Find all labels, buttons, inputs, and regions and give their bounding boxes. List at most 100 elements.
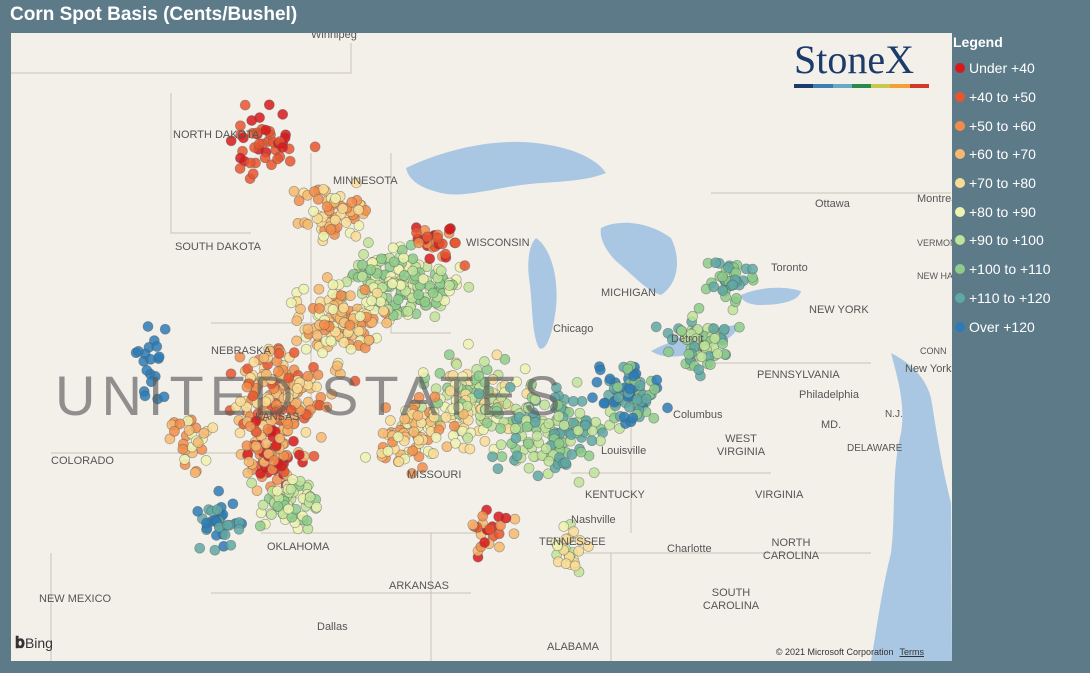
- basis-point[interactable]: [558, 521, 570, 532]
- basis-point[interactable]: [295, 303, 306, 315]
- basis-point[interactable]: [288, 347, 300, 358]
- basis-point[interactable]: [254, 520, 266, 532]
- basis-point[interactable]: [427, 287, 439, 299]
- basis-point[interactable]: [312, 193, 324, 205]
- basis-point[interactable]: [479, 537, 490, 548]
- basis-point[interactable]: [586, 435, 598, 447]
- basis-point[interactable]: [424, 253, 436, 265]
- legend-item[interactable]: Under +40: [953, 54, 1083, 83]
- basis-point[interactable]: [523, 462, 535, 474]
- basis-point[interactable]: [271, 485, 283, 497]
- basis-point[interactable]: [510, 432, 522, 444]
- basis-point[interactable]: [250, 440, 262, 452]
- basis-point[interactable]: [532, 470, 544, 482]
- basis-point[interactable]: [301, 515, 313, 526]
- basis-point[interactable]: [302, 219, 314, 230]
- basis-point[interactable]: [227, 498, 239, 510]
- basis-point[interactable]: [153, 351, 165, 363]
- basis-point[interactable]: [387, 278, 398, 290]
- basis-point[interactable]: [572, 425, 584, 436]
- basis-point[interactable]: [500, 512, 512, 524]
- basis-point[interactable]: [246, 477, 257, 489]
- basis-point[interactable]: [300, 426, 312, 438]
- basis-point[interactable]: [492, 463, 504, 475]
- basis-point[interactable]: [553, 438, 565, 449]
- basis-point[interactable]: [225, 539, 237, 551]
- basis-point[interactable]: [663, 346, 674, 358]
- basis-point[interactable]: [241, 440, 253, 452]
- basis-point[interactable]: [308, 450, 320, 462]
- basis-point[interactable]: [662, 402, 673, 414]
- basis-point[interactable]: [293, 449, 305, 461]
- basis-point[interactable]: [239, 99, 251, 111]
- basis-point[interactable]: [587, 392, 598, 403]
- basis-point[interactable]: [624, 401, 635, 413]
- basis-point[interactable]: [378, 305, 389, 317]
- basis-point[interactable]: [641, 393, 652, 405]
- basis-point[interactable]: [330, 193, 341, 204]
- basis-point[interactable]: [291, 315, 303, 327]
- basis-point[interactable]: [133, 346, 144, 357]
- basis-point[interactable]: [708, 281, 720, 293]
- basis-point[interactable]: [387, 242, 399, 254]
- basis-point[interactable]: [201, 517, 212, 529]
- basis-point[interactable]: [429, 311, 441, 323]
- basis-point[interactable]: [142, 321, 154, 332]
- basis-point[interactable]: [376, 253, 387, 265]
- basis-point[interactable]: [327, 279, 339, 291]
- basis-point[interactable]: [413, 289, 424, 301]
- basis-point[interactable]: [392, 431, 404, 443]
- basis-point[interactable]: [651, 374, 663, 386]
- basis-point[interactable]: [284, 155, 296, 167]
- basis-point[interactable]: [151, 341, 163, 352]
- basis-point[interactable]: [318, 230, 329, 242]
- legend-item[interactable]: +100 to +110: [953, 255, 1083, 284]
- basis-point[interactable]: [459, 260, 471, 271]
- basis-point[interactable]: [277, 109, 289, 120]
- basis-point[interactable]: [463, 338, 474, 350]
- basis-point[interactable]: [318, 183, 329, 195]
- basis-point[interactable]: [649, 383, 660, 395]
- basis-point[interactable]: [531, 430, 543, 442]
- basis-point[interactable]: [430, 432, 442, 443]
- basis-point[interactable]: [198, 427, 210, 439]
- basis-point[interactable]: [709, 333, 721, 344]
- basis-point[interactable]: [575, 446, 587, 458]
- basis-point[interactable]: [484, 523, 496, 535]
- basis-point[interactable]: [624, 383, 636, 395]
- basis-point[interactable]: [494, 541, 505, 553]
- basis-point[interactable]: [432, 232, 443, 244]
- basis-point[interactable]: [573, 476, 585, 488]
- basis-point[interactable]: [285, 483, 297, 495]
- basis-point[interactable]: [298, 283, 310, 295]
- basis-point[interactable]: [594, 364, 606, 376]
- basis-point[interactable]: [487, 451, 498, 463]
- basis-point[interactable]: [353, 220, 365, 231]
- basis-point[interactable]: [179, 454, 190, 465]
- basis-point[interactable]: [359, 284, 371, 296]
- basis-point[interactable]: [696, 351, 708, 363]
- basis-point[interactable]: [287, 474, 298, 485]
- basis-point[interactable]: [257, 499, 269, 511]
- basis-point[interactable]: [345, 343, 357, 355]
- basis-point[interactable]: [496, 451, 508, 462]
- basis-point[interactable]: [591, 376, 603, 388]
- basis-point[interactable]: [495, 439, 507, 451]
- basis-point[interactable]: [381, 317, 393, 329]
- basis-point[interactable]: [272, 500, 284, 512]
- basis-point[interactable]: [693, 364, 705, 375]
- basis-point[interactable]: [648, 412, 660, 424]
- basis-point[interactable]: [219, 529, 231, 541]
- basis-point[interactable]: [634, 380, 646, 391]
- basis-point[interactable]: [313, 283, 325, 295]
- basis-point[interactable]: [354, 311, 366, 322]
- basis-point[interactable]: [234, 163, 246, 174]
- basis-point[interactable]: [509, 513, 521, 525]
- basis-point[interactable]: [375, 296, 386, 308]
- basis-point[interactable]: [283, 503, 294, 515]
- basis-point[interactable]: [212, 504, 223, 515]
- legend-item[interactable]: +80 to +90: [953, 197, 1083, 226]
- terms-link[interactable]: Terms: [900, 647, 925, 657]
- basis-point[interactable]: [440, 248, 451, 260]
- map-canvas[interactable]: [11, 33, 952, 661]
